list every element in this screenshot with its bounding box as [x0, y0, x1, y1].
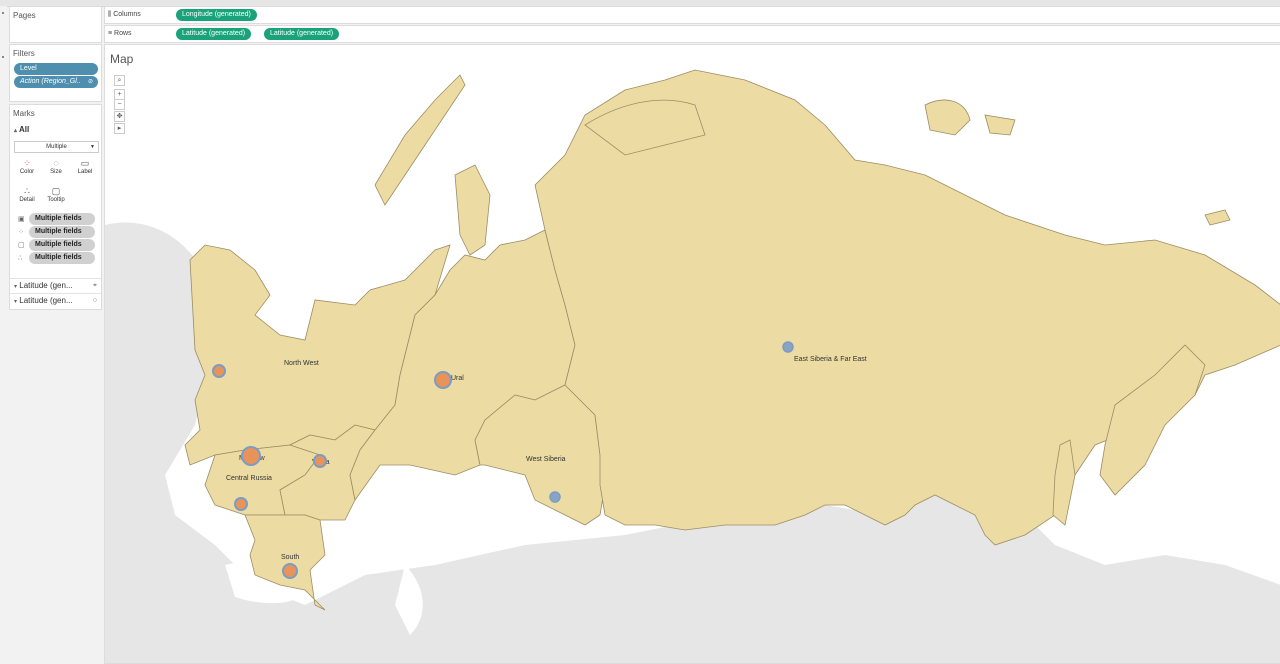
filter-level-label: Level: [20, 65, 37, 72]
region-label-west-siberia: West Siberia: [526, 456, 566, 463]
columns-shelf[interactable]: ⫼ Columns Longitude (generated): [104, 6, 1280, 24]
minus-icon: −: [117, 101, 122, 108]
layer-2-label: Latitude (gen...: [19, 296, 73, 305]
map-layer-icon: ⌖: [93, 282, 97, 289]
mark-central-russia[interactable]: [234, 497, 248, 511]
left-edge: [0, 6, 7, 662]
marks-field-2[interactable]: Multiple fields: [29, 226, 95, 238]
filters-card: Filters Level Action (Region_Gl.. ⊘: [9, 44, 102, 102]
marks-field-3[interactable]: Multiple fields: [29, 239, 95, 251]
marks-all-label: All: [18, 125, 30, 134]
mark-east-siberia[interactable]: [782, 341, 794, 353]
rows-shelf-label: ≡ Rows: [108, 30, 132, 37]
columns-icon: ⫼: [108, 11, 112, 18]
view-title: Map: [110, 52, 134, 66]
color-label: Color: [19, 169, 35, 175]
pages-card: Pages: [9, 6, 102, 43]
mark-west-siberia[interactable]: [549, 491, 561, 503]
mark-type-dropdown[interactable]: Multiple ▼: [14, 141, 99, 153]
mark-moscow[interactable]: [241, 446, 261, 466]
tooltip-button[interactable]: ▢ Tooltip: [42, 184, 70, 210]
color-button[interactable]: ⁘ Color: [13, 156, 41, 182]
region-label-north-west: North West: [284, 360, 319, 367]
color-field-icon: ⁘: [18, 229, 24, 236]
label-button[interactable]: ▭ Label: [71, 156, 99, 182]
filter-action[interactable]: Action (Region_Gl.. ⊘: [14, 76, 98, 88]
marks-card: Marks ▴ All Multiple ▼ ⁘ Color ◌ Size ▭ …: [9, 104, 102, 310]
size-label: Size: [50, 169, 62, 175]
pan-icon: ✥: [116, 113, 123, 120]
pages-title: Pages: [13, 11, 36, 20]
rows-pill-latitude-2[interactable]: Latitude (generated): [264, 28, 340, 40]
marks-field-1[interactable]: Multiple fields: [29, 213, 95, 225]
detail-icon: ∴: [24, 186, 30, 196]
label-icon: ▭: [80, 158, 90, 168]
expand-toolbar-button[interactable]: ▸: [114, 123, 125, 134]
mark-volga[interactable]: [313, 454, 327, 468]
color-icon: ⁘: [23, 158, 31, 168]
mark-south[interactable]: [282, 563, 298, 579]
detail-button[interactable]: ∴ Detail: [13, 184, 41, 210]
map-view[interactable]: North West Ural East Siberia & Far East …: [104, 44, 1280, 664]
collapse-icon: ▴: [14, 128, 18, 134]
play-icon: ▸: [117, 125, 122, 132]
marks-field-4-label: Multiple fields: [35, 254, 82, 261]
rows-icon: ≡: [108, 30, 113, 37]
label-label: Label: [77, 169, 93, 175]
rows-pill-latitude-1[interactable]: Latitude (generated): [176, 28, 252, 40]
marks-field-2-label: Multiple fields: [35, 228, 82, 235]
region-label-ural: Ural: [451, 375, 464, 382]
tooltip-icon: ▢: [51, 186, 61, 196]
map-canvas[interactable]: North West Ural East Siberia & Far East …: [105, 45, 1280, 663]
filters-title: Filters: [13, 49, 35, 58]
region-label-central-russia: Central Russia: [226, 475, 272, 482]
detail-label: Detail: [19, 197, 35, 203]
expand-icon: ▾: [14, 284, 18, 290]
detail-field-icon: ∴: [18, 255, 23, 262]
layer-row-1[interactable]: ▾ Latitude (gen... ⌖: [10, 278, 101, 293]
marks-title: Marks: [13, 109, 35, 118]
mark-north-west[interactable]: [212, 364, 226, 378]
columns-shelf-label: ⫼ Columns: [108, 11, 141, 19]
marks-field-4[interactable]: Multiple fields: [29, 252, 95, 264]
plus-icon: +: [117, 91, 122, 98]
circle-mark-icon: ○: [92, 297, 97, 304]
region-label-south: South: [281, 554, 299, 561]
tooltip-label: Tooltip: [47, 197, 65, 203]
rows-pill-1-label: Latitude (generated): [182, 30, 246, 37]
marks-all-row[interactable]: ▴ All: [14, 125, 29, 134]
mark-ural[interactable]: [434, 371, 452, 389]
expand-icon: ▾: [14, 299, 18, 305]
map-search-button[interactable]: ⌕: [114, 75, 125, 86]
label-field-icon: ▣: [18, 216, 25, 223]
filter-action-icon: ⊘: [87, 79, 93, 85]
tooltip-field-icon: ▢: [18, 242, 25, 249]
size-icon: ◌: [53, 158, 59, 168]
search-icon: ⌕: [117, 77, 122, 84]
size-button[interactable]: ◌ Size: [42, 156, 70, 182]
columns-label: Columns: [113, 11, 141, 18]
chevron-down-icon: ▼: [90, 144, 95, 150]
layer-1-label: Latitude (gen...: [19, 281, 73, 290]
rows-label: Rows: [114, 30, 132, 37]
columns-pill-longitude[interactable]: Longitude (generated): [176, 9, 257, 21]
rows-pill-2-label: Latitude (generated): [270, 30, 334, 37]
marks-field-1-label: Multiple fields: [35, 215, 82, 222]
mark-type-value: Multiple: [46, 144, 67, 150]
zoom-out-button[interactable]: −: [114, 99, 125, 110]
rows-shelf[interactable]: ≡ Rows Latitude (generated) Latitude (ge…: [104, 25, 1280, 43]
layer-row-2[interactable]: ▾ Latitude (gen... ○: [10, 293, 101, 308]
pan-button[interactable]: ✥: [114, 111, 125, 122]
region-label-east-siberia: East Siberia & Far East: [794, 356, 867, 363]
filter-action-label: Action (Region_Gl..: [20, 78, 81, 85]
columns-pill-label: Longitude (generated): [182, 11, 251, 18]
marks-field-3-label: Multiple fields: [35, 241, 82, 248]
filter-level[interactable]: Level: [14, 63, 98, 75]
